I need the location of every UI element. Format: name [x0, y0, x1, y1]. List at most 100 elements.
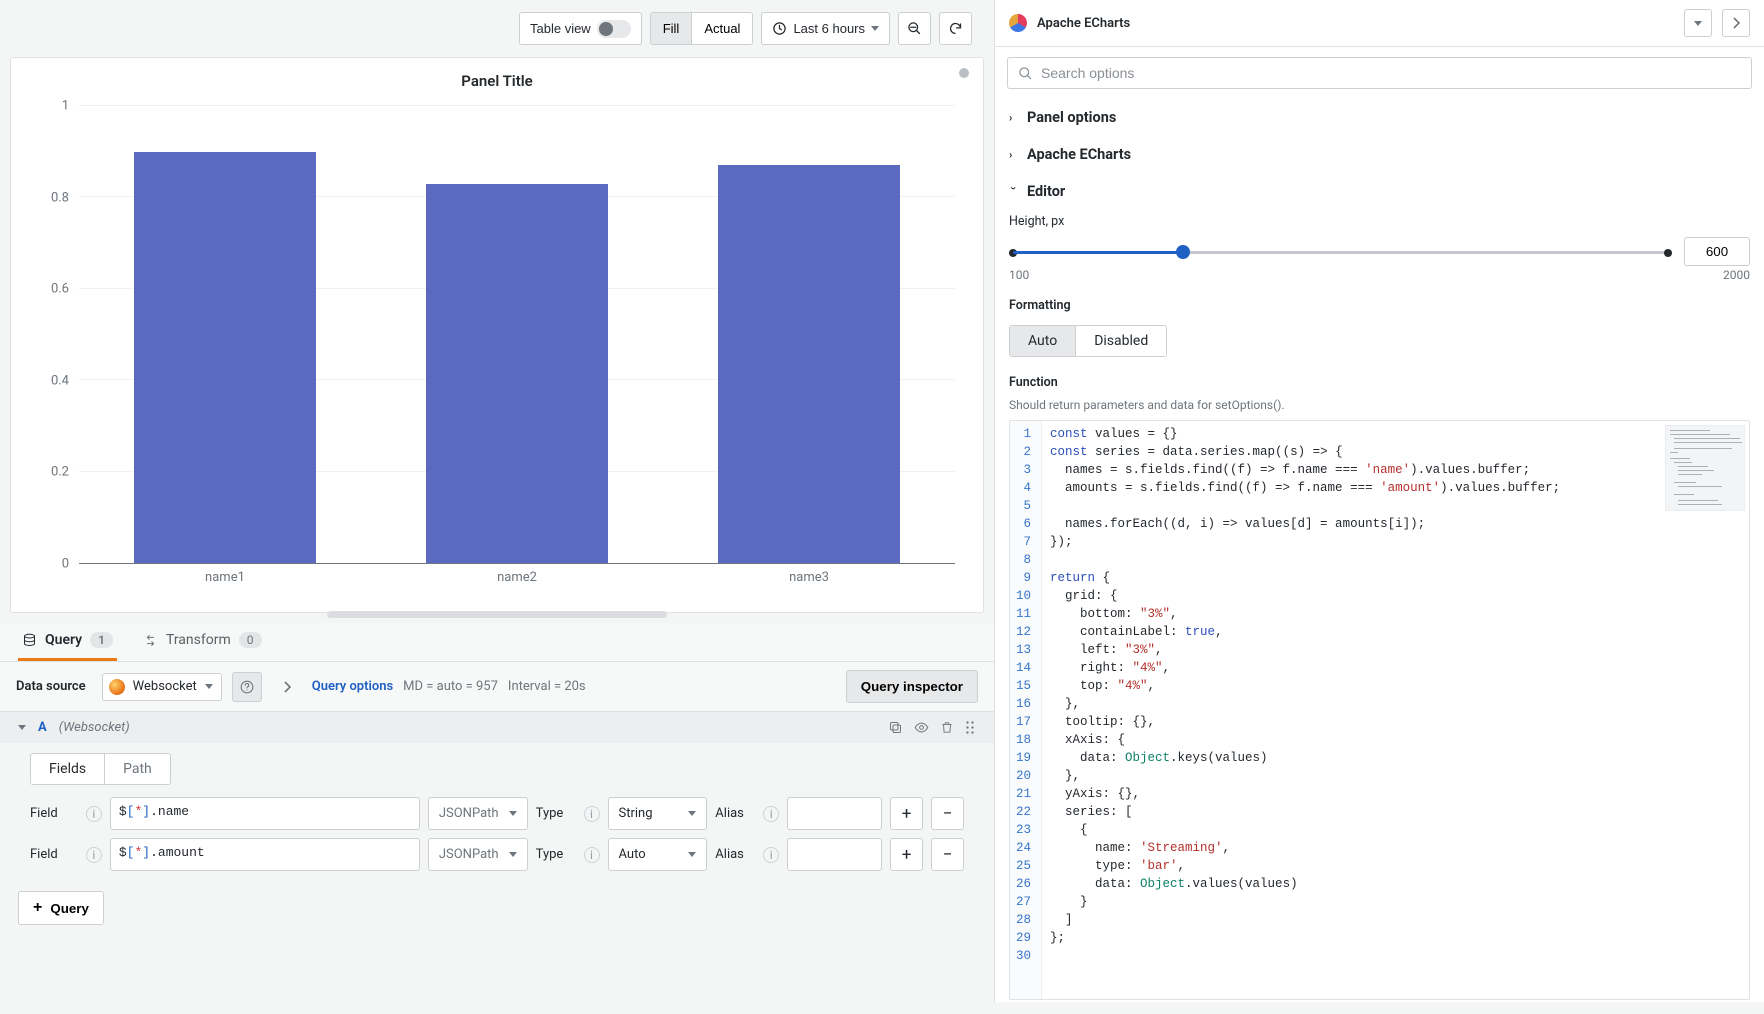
toggle-visibility-button[interactable] — [913, 720, 930, 735]
formatting-disabled[interactable]: Disabled — [1075, 326, 1166, 356]
copy-icon — [888, 720, 903, 735]
plot-area — [79, 106, 955, 564]
type-label: Type — [536, 806, 576, 821]
trash-icon — [940, 720, 954, 735]
code-gutter: 1234567891011121314151617181920212223242… — [1010, 421, 1042, 999]
info-icon[interactable]: i — [763, 806, 779, 822]
fill-button[interactable]: Fill — [651, 13, 692, 44]
panel-status-dot — [959, 68, 969, 78]
add-field-button[interactable]: + — [890, 797, 923, 830]
chevron-down-icon — [688, 852, 696, 857]
actual-button[interactable]: Actual — [691, 13, 752, 44]
code-content[interactable]: const values = {} const series = data.se… — [1042, 421, 1749, 999]
height-slider[interactable] — [1009, 240, 1672, 264]
language-select[interactable]: JSONPath — [428, 797, 528, 830]
drag-handle[interactable] — [964, 720, 976, 735]
function-code-editor[interactable]: 1234567891011121314151617181920212223242… — [1009, 420, 1750, 1000]
options-search[interactable] — [1007, 57, 1752, 89]
y-tick: 0.6 — [51, 282, 69, 297]
section-apache-echarts[interactable]: › Apache ECharts — [995, 136, 1764, 173]
tab-fields[interactable]: Fields — [31, 754, 104, 784]
query-name: (Websocket) — [59, 720, 130, 735]
refresh-icon — [948, 21, 963, 36]
tab-query[interactable]: Query 1 — [18, 623, 117, 661]
info-icon[interactable]: i — [584, 847, 600, 863]
chevron-down-icon — [509, 852, 517, 857]
info-icon[interactable]: i — [86, 847, 102, 863]
code-minimap[interactable] — [1665, 425, 1745, 511]
height-min: 100 — [1009, 268, 1029, 282]
alias-input[interactable] — [787, 838, 882, 871]
horizontal-scrollbar[interactable] — [327, 611, 667, 618]
remove-query-button[interactable] — [940, 720, 954, 735]
duplicate-query-button[interactable] — [888, 720, 903, 735]
query-md-label: MD = auto = 957 — [403, 679, 498, 694]
transform-count-badge: 0 — [239, 632, 262, 648]
chevron-right-icon: › — [1009, 148, 1019, 161]
field-row: Fieldi$[*].nameJSONPathTypeiStringAliasi… — [0, 793, 994, 834]
alias-input[interactable] — [787, 797, 882, 830]
plus-icon: + — [33, 900, 42, 916]
remove-field-button[interactable]: − — [931, 838, 964, 871]
datasource-help-button[interactable] — [232, 672, 262, 702]
query-options-caret[interactable] — [272, 672, 302, 702]
datasource-label: Data source — [16, 679, 86, 694]
query-options-bar: Data source Websocket Query options MD =… — [0, 662, 994, 711]
language-select[interactable]: JSONPath — [428, 838, 528, 871]
bar[interactable] — [718, 165, 899, 563]
type-select[interactable]: Auto — [608, 838, 708, 871]
query-inspector-button[interactable]: Query inspector — [846, 670, 978, 703]
datasource-value: Websocket — [133, 679, 197, 694]
add-field-button[interactable]: + — [890, 838, 923, 871]
side-panel-header: Apache ECharts — [995, 0, 1764, 47]
chevron-down-icon — [688, 811, 696, 816]
tab-path[interactable]: Path — [104, 754, 170, 784]
table-view-toggle[interactable]: Table view — [519, 12, 642, 45]
info-icon[interactable]: i — [584, 806, 600, 822]
chevron-down-icon — [509, 811, 517, 816]
tab-transform[interactable]: Transform 0 — [139, 623, 266, 661]
tab-query-label: Query — [45, 632, 82, 648]
query-row-header[interactable]: A (Websocket) — [0, 711, 994, 743]
formatting-auto[interactable]: Auto — [1010, 326, 1075, 356]
fill-actual-segment: Fill Actual — [650, 12, 754, 45]
fields-path-tabs: Fields Path — [30, 753, 171, 785]
add-query-label: Query — [50, 901, 89, 916]
function-label: Function — [1009, 375, 1750, 390]
y-tick: 0.4 — [51, 373, 69, 388]
x-label: name1 — [205, 570, 245, 585]
info-icon[interactable]: i — [763, 847, 779, 863]
slider-thumb[interactable] — [1176, 245, 1190, 259]
height-label: Height, px — [1009, 214, 1750, 229]
refresh-button[interactable] — [939, 12, 972, 45]
zoom-out-button[interactable] — [898, 12, 931, 45]
remove-field-button[interactable]: − — [931, 797, 964, 830]
height-value-input[interactable] — [1684, 237, 1750, 266]
add-query-button[interactable]: + Query — [18, 891, 104, 925]
datasource-picker[interactable]: Websocket — [102, 673, 222, 701]
bar[interactable] — [426, 184, 607, 563]
formatting-label: Formatting — [1009, 298, 1750, 313]
x-label: name3 — [789, 570, 829, 585]
zoom-out-icon — [907, 21, 922, 36]
y-axis: 00.20.40.60.81 — [25, 106, 75, 564]
type-label: Type — [536, 847, 576, 862]
jsonpath-input[interactable]: $[*].name — [110, 797, 420, 830]
jsonpath-input[interactable]: $[*].amount — [110, 838, 420, 871]
chevron-down-icon: › — [1008, 187, 1021, 197]
search-icon — [1018, 66, 1033, 81]
eye-icon — [913, 720, 930, 735]
type-select[interactable]: String — [608, 797, 708, 830]
info-icon[interactable]: i — [86, 806, 102, 822]
search-input[interactable] — [1041, 65, 1741, 81]
time-range-picker[interactable]: Last 6 hours — [761, 12, 890, 45]
viz-picker-toggle[interactable] — [1684, 9, 1712, 37]
query-options-link[interactable]: Query options — [312, 679, 393, 694]
section-panel-options[interactable]: › Panel options — [995, 99, 1764, 136]
chevron-down-icon — [871, 26, 879, 31]
formatting-segment: Auto Disabled — [1009, 325, 1167, 357]
collapse-side-button[interactable] — [1722, 9, 1750, 37]
section-editor[interactable]: › Editor — [995, 173, 1764, 210]
bar[interactable] — [134, 152, 315, 563]
chevron-right-icon: › — [1009, 111, 1019, 124]
